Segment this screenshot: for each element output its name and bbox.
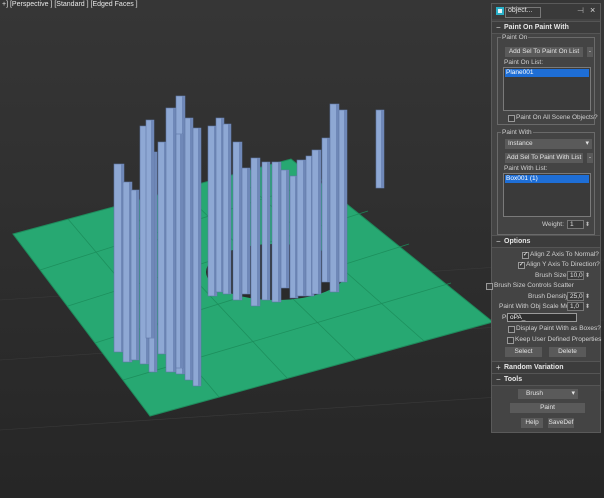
align-z-label: Align Z Axis To Normal? (530, 251, 599, 258)
column-shade (151, 120, 154, 338)
rollout-tools[interactable]: − Tools (492, 373, 600, 386)
column-shade (318, 150, 321, 294)
column-shade (154, 152, 157, 372)
paint-button[interactable]: Paint (509, 402, 586, 414)
paint-on-label: Paint On (501, 34, 529, 41)
rollout-title: Options (504, 238, 531, 245)
column-shade (228, 124, 231, 294)
select-button[interactable]: Select (504, 346, 543, 358)
add-sel-paint-with-button[interactable]: Add Sel To Paint With List (504, 152, 584, 164)
scale-mult-label: Paint With Obj Scale Mult: (499, 303, 575, 310)
column-shade (257, 158, 260, 306)
collapse-icon: − (496, 237, 501, 246)
paint-on-list-label: Paint On List: (504, 59, 544, 66)
object-painter-panel: object... ⊣ × − Paint On Paint With Pain… (486, 3, 602, 433)
display-boxes-checkbox[interactable] (508, 326, 515, 333)
align-z-checkbox[interactable]: ✓ (522, 252, 529, 259)
brush-size-spinner[interactable]: 10,0 (567, 271, 590, 280)
rollout-paint-on-paint-with[interactable]: − Paint On Paint With (492, 21, 600, 34)
column-shade (381, 110, 384, 188)
scale-mult-spinner[interactable]: 1,0 (567, 302, 590, 311)
column-shade (278, 162, 281, 302)
collapse-icon: − (496, 375, 501, 384)
paint-on-all-label: Paint On All Scene Objects? (516, 114, 598, 121)
brush-density-label: Brush Density: (528, 293, 571, 300)
rollout-title: Random Variation (504, 364, 564, 371)
weight-label: Weight: (542, 221, 564, 228)
help-button[interactable]: Help (520, 417, 544, 429)
display-boxes-label: Display Paint With as Boxes? (516, 325, 601, 332)
column-shade (247, 168, 250, 294)
list-item[interactable]: Box001 (1) (505, 175, 589, 183)
add-sel-paint-on-button[interactable]: Add Sel To Paint On List (504, 46, 584, 58)
brush-density-spinner[interactable]: 25,0 (567, 292, 590, 301)
column-shade (190, 118, 193, 380)
window-title: object... (508, 7, 533, 14)
column-shade (336, 104, 339, 292)
viewport-label[interactable]: +] [Perspective ] [Standard ] [Edged Fac… (2, 1, 138, 8)
keep-props-checkbox[interactable] (507, 337, 514, 344)
column-shade (180, 134, 183, 368)
paint-on-list[interactable]: Plane001 (503, 67, 591, 111)
prefix-input[interactable]: oPA_ (507, 313, 577, 322)
align-y-checkbox[interactable]: ✓ (518, 262, 525, 269)
close-icon[interactable]: × (590, 5, 595, 15)
expand-icon: + (496, 363, 501, 372)
column-shade (327, 138, 330, 282)
paint-on-options-button[interactable]: - (586, 46, 594, 58)
column-shade (239, 142, 242, 300)
paint-on-all-checkbox[interactable] (508, 115, 515, 122)
collapse-icon: − (496, 23, 501, 32)
max-app-icon (496, 7, 504, 15)
weight-spinner[interactable]: 1 (567, 220, 590, 229)
column-shade (303, 160, 306, 296)
tools-mode-dropdown[interactable]: Brush (517, 388, 579, 400)
column-shade (198, 128, 201, 386)
rollout-options[interactable]: − Options (492, 235, 600, 248)
keep-props-label: Keep User Defined Properties (515, 336, 602, 343)
delete-button[interactable]: Delete (548, 346, 587, 358)
paint-with-label: Paint With (501, 129, 533, 136)
column-shade (267, 162, 270, 300)
paint-with-list[interactable]: Box001 (1) (503, 173, 591, 217)
savedef-button[interactable]: SaveDef (547, 417, 575, 429)
rollout-title: Paint On Paint With (504, 24, 569, 31)
pin-icon[interactable]: ⊣ (577, 6, 584, 15)
panel-titlebar[interactable]: object... ⊣ × (492, 4, 600, 19)
brush-size-label: Brush Size: (535, 272, 569, 279)
column-shade (173, 108, 176, 372)
align-y-label: Align Y Axis To Direction? (526, 261, 600, 268)
brush-scatter-label: Brush Size Controls Scatter (494, 282, 574, 289)
column-shade (286, 170, 289, 288)
column-shade (136, 190, 139, 360)
paint-with-list-label: Paint With List: (504, 165, 548, 172)
paint-with-options-button[interactable]: - (586, 152, 594, 164)
list-item[interactable]: Plane001 (505, 69, 589, 77)
column-shade (344, 110, 347, 282)
paint-with-mode-dropdown[interactable]: Instance (504, 138, 593, 150)
rollout-title: Tools (504, 376, 523, 383)
brush-scatter-checkbox[interactable] (486, 283, 493, 290)
